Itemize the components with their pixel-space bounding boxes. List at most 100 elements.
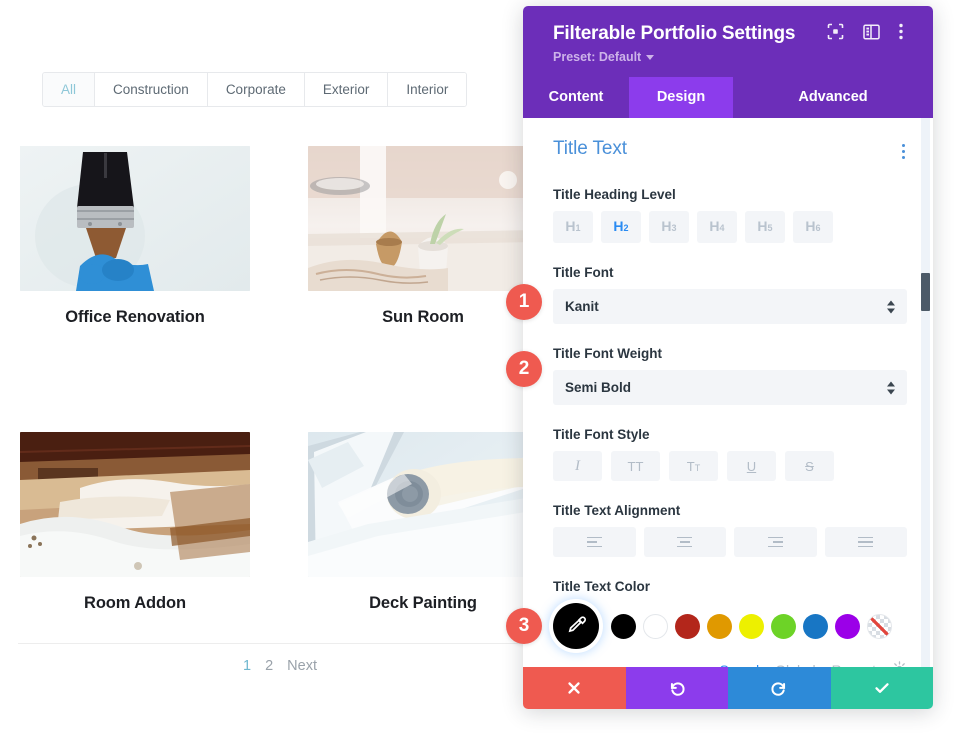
- pagination-page-2[interactable]: 2: [265, 658, 273, 674]
- heading-level-h5-button[interactable]: H5: [745, 211, 785, 243]
- cancel-button[interactable]: [523, 667, 626, 709]
- swatch-transparent[interactable]: [867, 613, 892, 639]
- section-header: Title Text: [553, 138, 907, 165]
- redo-button[interactable]: [728, 667, 831, 709]
- pagination-next[interactable]: Next: [287, 658, 317, 674]
- heading-level-h4-button[interactable]: H4: [697, 211, 737, 243]
- swatch-black[interactable]: [611, 613, 636, 639]
- h-letter: H: [565, 218, 576, 234]
- portfolio-page-preview: All Construction Corporate Exterior Inte…: [0, 0, 560, 742]
- heading-level-h1-button[interactable]: H1: [553, 211, 593, 243]
- strikethrough-button[interactable]: S: [785, 451, 834, 481]
- tab-advanced[interactable]: Advanced: [733, 77, 933, 118]
- sunroom-image: [308, 146, 538, 291]
- filter-item-construction[interactable]: Construction: [95, 73, 208, 106]
- color-palette-tabs-row: Saved Global Recent: [553, 661, 907, 667]
- filter-item-interior[interactable]: Interior: [388, 73, 467, 106]
- align-justify-button[interactable]: [824, 527, 907, 557]
- tab-design[interactable]: Design: [629, 77, 733, 118]
- module-settings-modal: Filterable Portfolio Settings Preset: De…: [523, 6, 933, 709]
- preset-selector[interactable]: Preset: Default: [553, 50, 913, 64]
- filter-item-exterior[interactable]: Exterior: [304, 73, 389, 106]
- field-label: Title Text Color: [553, 579, 651, 594]
- portfolio-grid-row: Office Renovation Sun Room: [20, 146, 540, 327]
- layout-panel-icon[interactable]: [863, 23, 881, 45]
- portfolio-grid-row: Room Addon Deck Painting: [20, 432, 540, 613]
- title-font-select[interactable]: Kanit: [553, 289, 907, 324]
- palette-tab-saved[interactable]: Saved: [719, 662, 759, 667]
- portfolio-filter-bar: All Construction Corporate Exterior Inte…: [42, 72, 468, 107]
- strikethrough-icon: S: [805, 458, 814, 474]
- swatch-purple[interactable]: [835, 613, 860, 639]
- h-letter: H: [805, 218, 816, 234]
- portfolio-item[interactable]: Room Addon: [20, 432, 250, 613]
- portfolio-thumbnail-roomaddon[interactable]: [20, 432, 250, 577]
- filter-item-all[interactable]: All: [43, 73, 96, 106]
- swatch-blue[interactable]: [803, 613, 828, 639]
- underline-button[interactable]: U: [727, 451, 776, 481]
- swatch-white[interactable]: [643, 613, 668, 639]
- filter-label: All: [61, 82, 77, 97]
- align-right-button[interactable]: [734, 527, 817, 557]
- h-number: 2: [623, 223, 629, 233]
- title-font-weight-select[interactable]: Semi Bold: [553, 370, 907, 405]
- heading-level-h2-button[interactable]: H2: [601, 211, 641, 243]
- small-caps-icon: TT: [686, 458, 701, 474]
- uppercase-icon: TT: [627, 458, 644, 474]
- h-number: 3: [671, 223, 677, 233]
- focus-target-icon[interactable]: [827, 23, 844, 45]
- modal-header-icons: [827, 23, 903, 45]
- modal-title-row: Filterable Portfolio Settings: [553, 23, 913, 45]
- swatch-orange[interactable]: [707, 613, 732, 639]
- eyedropper-icon[interactable]: [553, 603, 599, 649]
- swatch-dark-red[interactable]: [675, 613, 700, 639]
- align-center-button[interactable]: [643, 527, 726, 557]
- heading-level-h3-button[interactable]: H3: [649, 211, 689, 243]
- field-label: Title Font: [553, 265, 614, 280]
- underline-icon: U: [746, 458, 757, 474]
- italic-button[interactable]: I: [553, 451, 602, 481]
- kebab-menu-icon[interactable]: [899, 23, 903, 45]
- portfolio-thumbnail-paintbrush[interactable]: [20, 146, 250, 291]
- title-font-weight-value: Semi Bold: [565, 380, 632, 395]
- field-label: Title Font Weight: [553, 346, 662, 361]
- portfolio-item-title: Room Addon: [84, 594, 186, 612]
- heading-level-h6-button[interactable]: H6: [793, 211, 833, 243]
- small-caps-button[interactable]: TT: [669, 451, 718, 481]
- modal-title: Filterable Portfolio Settings: [553, 23, 796, 44]
- filter-label: Interior: [406, 82, 449, 97]
- h-letter: H: [709, 218, 720, 234]
- h-letter: H: [613, 218, 624, 234]
- swatch-yellow[interactable]: [739, 613, 764, 639]
- tab-content[interactable]: Content: [523, 77, 629, 118]
- swatch-green[interactable]: [771, 613, 796, 639]
- palette-settings-gear-icon[interactable]: [892, 661, 907, 667]
- field-title-font-style: Title Font Style I TT TT U S: [553, 427, 907, 481]
- portfolio-grid: Office Renovation Sun Room Room Addon De…: [20, 146, 540, 613]
- align-center-icon: [677, 536, 693, 548]
- filter-item-corporate[interactable]: Corporate: [207, 73, 305, 106]
- modal-scrollbar-track[interactable]: [921, 118, 930, 667]
- x-icon: [568, 682, 580, 694]
- modal-scrollbar-thumb[interactable]: [921, 273, 930, 311]
- palette-tab-recent[interactable]: Recent: [832, 662, 876, 667]
- portfolio-thumbnail-deckpainting[interactable]: [308, 432, 538, 577]
- modal-footer: [523, 667, 933, 709]
- h-number: 4: [719, 223, 725, 233]
- portfolio-thumbnail-sunroom[interactable]: [308, 146, 538, 291]
- pagination-page-1[interactable]: 1: [243, 658, 251, 674]
- field-label: Title Font Style: [553, 427, 650, 442]
- align-left-button[interactable]: [553, 527, 636, 557]
- save-button[interactable]: [830, 667, 933, 709]
- h-letter: H: [757, 218, 768, 234]
- portfolio-item[interactable]: Sun Room: [308, 146, 538, 327]
- h-letter: H: [661, 218, 672, 234]
- portfolio-item[interactable]: Office Renovation: [20, 146, 250, 327]
- portfolio-item[interactable]: Deck Painting: [308, 432, 538, 613]
- palette-tab-global[interactable]: Global: [775, 662, 815, 667]
- section-kebab-menu-icon[interactable]: [900, 138, 907, 165]
- select-arrows-icon: [887, 300, 895, 313]
- field-title-text-alignment: Title Text Alignment: [553, 503, 907, 557]
- uppercase-button[interactable]: TT: [611, 451, 660, 481]
- undo-button[interactable]: [625, 667, 728, 709]
